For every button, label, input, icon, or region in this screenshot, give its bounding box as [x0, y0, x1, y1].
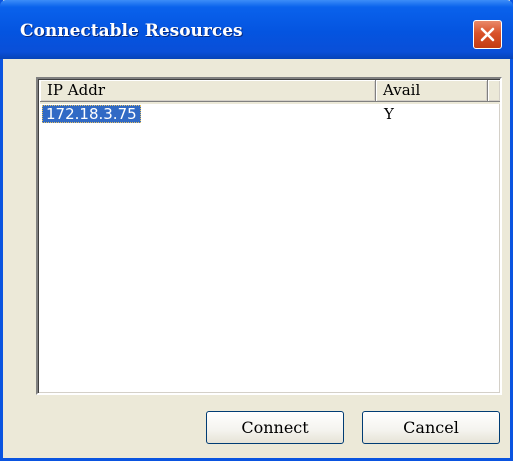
list-header: IP Addr Avail: [40, 80, 500, 104]
list-item[interactable]: 172.18.3.75 Y: [40, 105, 500, 123]
dialog-window: Connectable Resources IP Addr Avail 172.…: [0, 0, 513, 461]
title-bar[interactable]: Connectable Resources: [0, 0, 513, 59]
close-icon: [480, 27, 495, 42]
cancel-button[interactable]: Cancel: [362, 411, 500, 444]
column-header-ip-addr[interactable]: IP Addr: [40, 80, 376, 102]
cell-ip-addr: 172.18.3.75: [42, 105, 141, 123]
resource-list[interactable]: IP Addr Avail 172.18.3.75 Y: [36, 77, 502, 395]
column-header-avail[interactable]: Avail: [376, 80, 488, 102]
column-header-filler: [488, 80, 500, 102]
list-rows: 172.18.3.75 Y: [40, 105, 500, 123]
window-title: Connectable Resources: [20, 21, 243, 41]
close-button[interactable]: [473, 20, 502, 49]
connect-button[interactable]: Connect: [206, 411, 344, 444]
cell-avail: Y: [384, 105, 394, 123]
